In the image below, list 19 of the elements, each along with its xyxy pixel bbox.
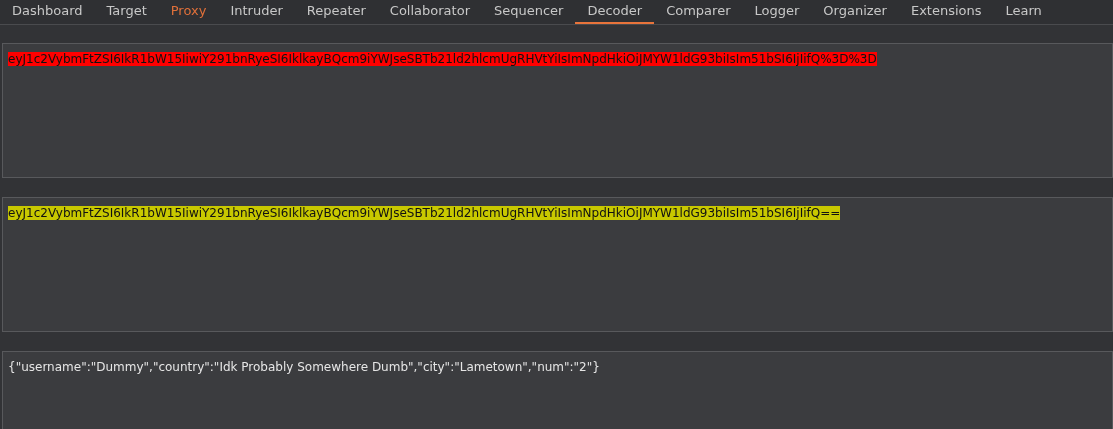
text-area[interactable]: eyJ1c2VybmFtZSI6IkR1bW15IiwiY291bnRyeSI6IklkayBQcm9iYWJseSBTb21ld2hlcmUgRHVtYiIsImNpdHkiOiJMYW1ldG93biIsIm51bSI6IjIifQ== [2,197,1113,332]
tab[interactable]: Sequencer [482,0,576,24]
tab[interactable]: Organizer [811,0,899,24]
tab[interactable]: Dashboard [0,0,95,24]
tab[interactable]: Comparer [654,0,743,24]
tab[interactable]: Target [94,0,159,24]
tab[interactable]: Proxy [158,0,219,24]
tab[interactable]: Logger [742,0,812,24]
tab[interactable]: Learn [993,0,1054,24]
tab[interactable]: Intruder [218,0,295,24]
highlighted-text: eyJ1c2VybmFtZSI6IkR1bW15IiwiY291bnRyeSI6IklkayBQcm9iYWJseSBTb21ld2hlcmUgRHVtYiIsImNpdHkiOiJMYW1ldG93biIsIm51bSI6IjIifQ%3D%3D [8,52,877,66]
highlighted-text: eyJ1c2VybmFtZSI6IkR1bW15IiwiY291bnRyeSI6IklkayBQcm9iYWJseSBTb21ld2hlcmUgRHVtYiIsImNpdHkiOiJMYW1ldG93biIsIm51bSI6IjIifQ== [8,206,841,220]
tab[interactable]: Collaborator [377,0,482,24]
tab[interactable]: Extensions [898,0,994,24]
text-area[interactable]: eyJ1c2VybmFtZSI6IkR1bW15IiwiY291bnRyeSI6IklkayBQcm9iYWJseSBTb21ld2hlcmUgRHVtYiIsImNpdHkiOiJMYW1ldG93biIsIm51bSI6IjIifQ%3D%3D [2,43,1113,178]
tab[interactable]: Repeater [294,0,378,24]
decoded-text: {"username":"Dummy","country":"Idk Probably Somewhere Dumb","city":"Lametown","num":"2"} [8,360,600,374]
text-area[interactable]: {"username":"Dummy","country":"Idk Probably Somewhere Dumb","city":"Lametown","num":"2"} [2,351,1113,429]
tab[interactable]: Decoder [575,0,655,24]
